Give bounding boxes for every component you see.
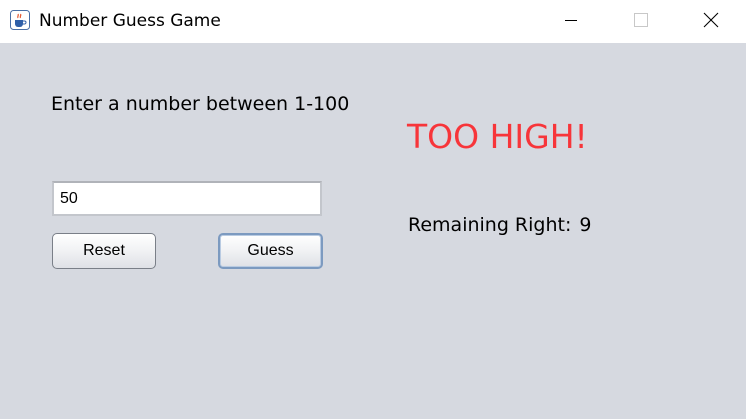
guess-result-label: TOO HIGH! xyxy=(407,117,588,156)
guess-button[interactable]: Guess xyxy=(218,233,323,269)
minimize-icon xyxy=(565,20,577,21)
remaining-tries: Remaining Right: 9 xyxy=(408,213,591,237)
maximize-button[interactable] xyxy=(617,0,663,43)
guess-input[interactable] xyxy=(52,181,322,216)
minimize-button[interactable] xyxy=(550,0,596,43)
maximize-icon xyxy=(634,13,648,27)
app-window: Number Guess Game Enter a number between… xyxy=(0,0,746,419)
close-icon xyxy=(703,12,719,28)
window-title: Number Guess Game xyxy=(39,11,221,31)
number-prompt-label: Enter a number between 1-100 xyxy=(51,93,350,115)
close-button[interactable] xyxy=(688,0,734,43)
remaining-label: Remaining Right: xyxy=(408,214,572,236)
remaining-count: 9 xyxy=(579,214,592,236)
reset-button[interactable]: Reset xyxy=(52,233,156,269)
title-bar[interactable]: Number Guess Game xyxy=(0,0,746,43)
java-cup-icon xyxy=(10,10,30,30)
